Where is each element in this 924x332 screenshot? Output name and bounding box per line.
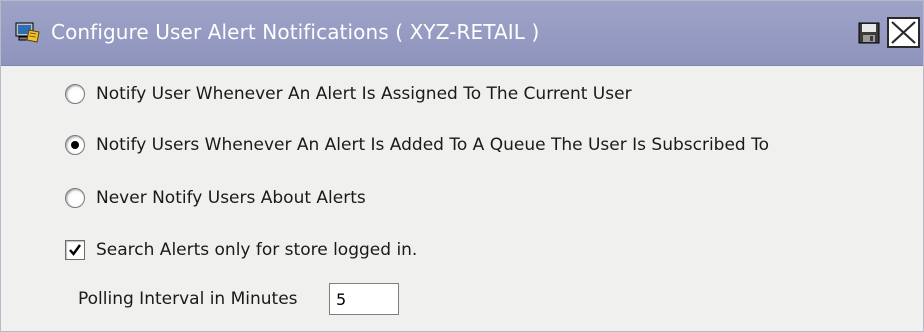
radio-never-notify[interactable] xyxy=(65,188,85,208)
alert-notification-panel: Configure User Alert Notifications ( XYZ… xyxy=(0,0,924,332)
panel-title-bar: Configure User Alert Notifications ( XYZ… xyxy=(1,1,923,66)
store-search-checkbox[interactable] xyxy=(65,240,85,260)
polling-interval-label: Polling Interval in Minutes xyxy=(78,289,298,309)
store-search-label: Search Alerts only for store logged in. xyxy=(96,240,418,260)
option-added-to-queue-label: Notify Users Whenever An Alert Is Added … xyxy=(96,135,770,155)
option-assigned-to-user[interactable]: Notify User Whenever An Alert Is Assigne… xyxy=(65,80,632,108)
option-never-notify-label: Never Notify Users About Alerts xyxy=(96,188,366,208)
save-icon[interactable] xyxy=(857,21,881,45)
option-never-notify[interactable]: Never Notify Users About Alerts xyxy=(65,184,366,212)
configure-icon xyxy=(15,21,41,45)
option-assigned-to-user-label: Notify User Whenever An Alert Is Assigne… xyxy=(96,84,632,104)
panel-title: Configure User Alert Notifications ( XYZ… xyxy=(51,20,540,44)
close-icon[interactable] xyxy=(887,17,921,48)
radio-assigned-to-user[interactable] xyxy=(65,84,85,104)
radio-added-to-queue[interactable] xyxy=(65,135,85,155)
polling-interval-input[interactable] xyxy=(329,283,399,315)
option-added-to-queue[interactable]: Notify Users Whenever An Alert Is Added … xyxy=(65,131,769,159)
check-icon xyxy=(69,244,81,256)
store-search-option[interactable]: Search Alerts only for store logged in. xyxy=(65,236,417,264)
